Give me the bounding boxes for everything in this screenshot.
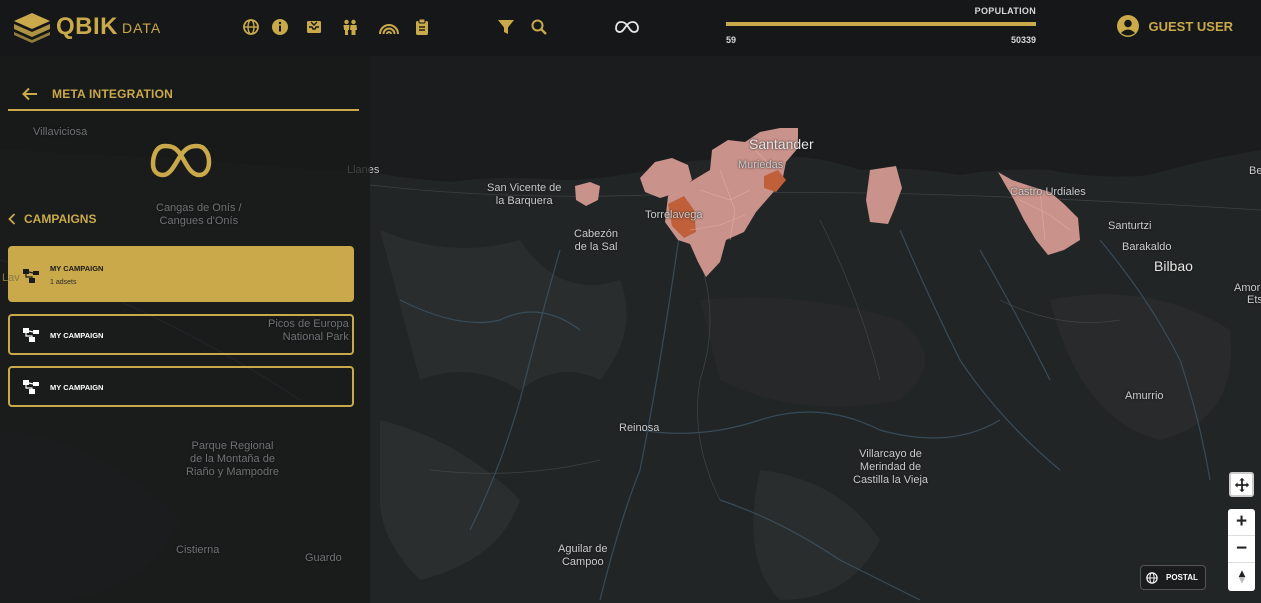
inbox-icon <box>307 21 321 33</box>
meta-logo-icon <box>150 143 212 178</box>
postal-label: POSTAL <box>1166 573 1198 582</box>
search-icon <box>531 19 547 35</box>
brand-name: QBIK <box>56 13 118 40</box>
globe-button[interactable] <box>241 17 261 37</box>
map-label-villarcayo: Villarcayo de Merindad de Castilla la Vi… <box>853 448 929 486</box>
map-label-amurrio: Amurrio <box>1125 390 1164 402</box>
search-button[interactable] <box>529 17 549 37</box>
compass-button[interactable] <box>1228 563 1255 590</box>
population-slider[interactable]: POPULATION 59 50339 <box>726 4 1036 48</box>
meta-icon <box>615 21 639 33</box>
map-label-reinosa: Reinosa <box>619 422 660 434</box>
top-bar: QBIK DATA POPULATION 59 50339 GUEST USER <box>0 0 1261 56</box>
map-label-bilbao: Bilbao <box>1154 258 1193 274</box>
campaign-name: MY CAMPAIGN <box>50 383 104 392</box>
rainbow-button[interactable] <box>378 17 400 37</box>
campaign-card[interactable]: MY CAMPAIGN <box>8 314 354 355</box>
zoom-out-button[interactable]: − <box>1228 536 1255 563</box>
info-icon <box>272 19 288 35</box>
rainbow-icon <box>379 24 399 35</box>
land-patch <box>1050 294 1232 440</box>
chevron-left-icon <box>8 213 16 225</box>
campaign-hierarchy-icon <box>23 269 39 283</box>
region-east[interactable] <box>866 166 902 224</box>
map-label-muriedas: Muriedas <box>738 159 784 171</box>
region-castro-urdiales[interactable] <box>998 172 1080 255</box>
meta-button[interactable] <box>615 17 639 37</box>
land-patch <box>380 230 627 390</box>
map-label-cistierna: Cistierna <box>176 544 220 556</box>
map-label-cangas: Cangas de Onís / Cangues d'Onís <box>156 202 242 227</box>
filter-button[interactable] <box>496 17 516 37</box>
population-title: POPULATION <box>974 6 1036 16</box>
campaigns-label: CAMPAIGNS <box>24 212 97 226</box>
postal-layer-button[interactable]: POSTAL <box>1140 565 1206 590</box>
locate-button[interactable] <box>1229 472 1254 497</box>
campaign-adsets: 1 adsets <box>50 279 77 286</box>
region-san-vicente[interactable] <box>575 182 600 206</box>
arrow-left-icon <box>22 87 37 101</box>
land-patch <box>753 470 880 600</box>
campaigns-toggle[interactable]: CAMPAIGNS <box>8 212 96 226</box>
map-label-ets: Ets <box>1247 294 1261 306</box>
population-fill <box>726 22 1036 26</box>
campaign-card[interactable]: MY CAMPAIGN 1 adsets Lav <box>2 246 354 302</box>
map-label-santander: Santander <box>749 136 814 152</box>
map-label-be: Be <box>1249 165 1261 177</box>
globe-icon <box>1146 571 1158 584</box>
map-label-castro-urdiales: Castro Urdiales <box>1010 186 1086 198</box>
user-label: GUEST USER <box>1148 18 1233 34</box>
map-label-lav: Lav <box>2 272 20 284</box>
people-button[interactable] <box>340 17 360 37</box>
land-patch <box>380 420 520 580</box>
map-label-santurtzi: Santurtzi <box>1108 220 1152 232</box>
globe-icon <box>243 19 259 35</box>
population-track[interactable] <box>726 22 1036 26</box>
app-logo[interactable]: QBIK DATA <box>12 10 161 44</box>
cube-logo-icon <box>14 13 50 43</box>
campaign-hierarchy-icon <box>23 380 39 394</box>
population-max: 50339 <box>1010 35 1036 45</box>
map-label-san-vicente: San Vicente de la Barquera <box>487 182 562 207</box>
map-label-barakaldo: Barakaldo <box>1122 241 1172 253</box>
sidebar-panel: Villaviciosa Cangas de Onís / Cangues d'… <box>0 56 370 603</box>
filter-icon <box>498 20 514 34</box>
user-avatar-icon <box>1117 15 1140 37</box>
map-label-parque: Parque Regional de la Montaña de Riaño y… <box>186 440 279 478</box>
compass-icon <box>1238 569 1245 584</box>
map-label-torrelavega: Torrelavega <box>645 209 703 221</box>
campaign-card[interactable]: MY CAMPAIGN <box>8 366 354 407</box>
inbox-button[interactable] <box>304 17 324 37</box>
campaign-name: MY CAMPAIGN <box>50 264 104 273</box>
map-label-guardo: Guardo <box>305 552 342 564</box>
map-label-villaviciosa: Villaviciosa <box>33 126 88 138</box>
move-arrows-icon <box>1234 477 1249 492</box>
population-min: 59 <box>726 35 737 45</box>
campaign-name: MY CAMPAIGN <box>50 331 104 340</box>
map-label-cabezon: Cabezón de la Sal <box>574 228 619 253</box>
campaign-hierarchy-icon <box>23 328 39 342</box>
clipboard-icon <box>416 18 428 35</box>
clipboard-button[interactable] <box>412 17 432 37</box>
back-button[interactable]: META INTEGRATION <box>8 82 359 111</box>
map-label-aguilar: Aguilar de Campoo <box>558 543 608 568</box>
zoom-controls: + − <box>1228 509 1255 591</box>
user-menu[interactable]: GUEST USER <box>1117 15 1233 37</box>
brand-sub: DATA <box>122 20 162 36</box>
people-icon <box>343 19 357 35</box>
panel-title: META INTEGRATION <box>52 87 173 101</box>
info-button[interactable] <box>270 17 290 37</box>
land-patch <box>700 297 925 407</box>
zoom-in-button[interactable]: + <box>1228 509 1255 536</box>
